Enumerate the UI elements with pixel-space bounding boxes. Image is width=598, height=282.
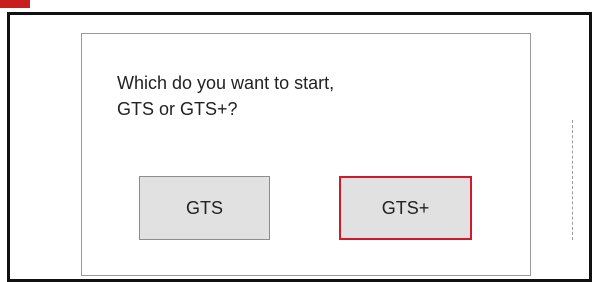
dashed-guide-line xyxy=(572,120,574,240)
top-accent-bar xyxy=(0,0,30,8)
gts-button[interactable]: GTS xyxy=(139,176,270,240)
dialog-prompt: Which do you want to start, GTS or GTS+? xyxy=(117,70,437,122)
dialog-prompt-line-1: Which do you want to start, xyxy=(117,73,335,93)
gts-plus-button[interactable]: GTS+ xyxy=(339,176,472,240)
dialog-prompt-line-2: GTS or GTS+? xyxy=(117,99,238,119)
